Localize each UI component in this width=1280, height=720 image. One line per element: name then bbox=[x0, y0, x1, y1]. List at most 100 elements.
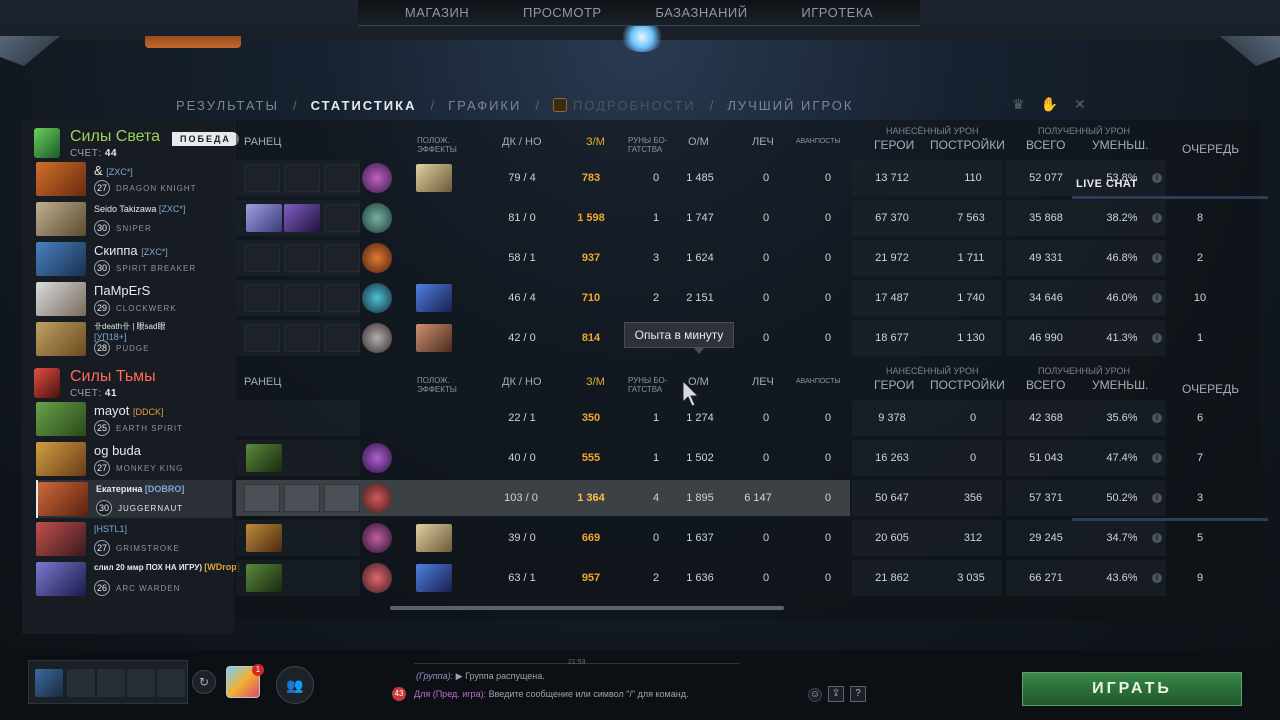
info-icon[interactable]: i bbox=[1152, 293, 1162, 303]
party-slot-empty[interactable] bbox=[97, 669, 125, 697]
info-icon[interactable]: i bbox=[1152, 173, 1162, 183]
heal-value: 6 147 bbox=[744, 492, 772, 504]
col-xpm: О/М bbox=[688, 136, 709, 148]
received-damage-value: 57 371 bbox=[1029, 492, 1063, 504]
close-icon[interactable]: ✕ bbox=[1074, 96, 1086, 113]
live-chat-label[interactable]: LIVE CHAT bbox=[1076, 178, 1138, 190]
center-glow-orb bbox=[620, 22, 664, 52]
heal-value: 0 bbox=[762, 452, 770, 464]
dire-score: СЧЕТ: 41 bbox=[70, 388, 117, 399]
refresh-icon[interactable]: ↻ bbox=[192, 670, 216, 694]
tab-separator: / bbox=[292, 97, 297, 113]
party-slot-empty[interactable] bbox=[157, 669, 185, 697]
table-row[interactable]: 58 / 1 937 3 1 624 0 0 21 972 1 711 49 3… bbox=[236, 240, 1260, 276]
player-row[interactable]: & [ZXC*] 27 DRAGON KNIGHT bbox=[36, 160, 232, 198]
hero-damage-value: 67 370 bbox=[875, 212, 909, 224]
player-row[interactable]: Seido Takizawa [ZXC*] 30 SNIPER bbox=[36, 200, 232, 238]
table-row[interactable]: 40 / 0 555 1 1 502 0 0 16 263 0 51 043 4… bbox=[236, 440, 1260, 476]
nav-watch[interactable]: ПРОСМОТР bbox=[523, 5, 602, 20]
chat-input[interactable]: Для (Пред. игра): Введите сообщение или … bbox=[414, 689, 688, 699]
info-icon[interactable]: i bbox=[1152, 213, 1162, 223]
crown-icon[interactable]: ♛ bbox=[1012, 96, 1025, 113]
nav-store[interactable]: МАГАЗИН bbox=[405, 5, 469, 20]
table-row[interactable]: 63 / 1 957 2 1 636 0 0 21 862 3 035 66 2… bbox=[236, 560, 1260, 596]
heal-value: 0 bbox=[762, 212, 770, 224]
player-row[interactable]: слил 20 ммр ПОХ НА ИГРУ) [WDrop] 26 ARC … bbox=[36, 560, 240, 598]
hero-name: DRAGON KNIGHT bbox=[116, 184, 197, 193]
wards-value: 0 bbox=[824, 212, 832, 224]
player-row[interactable]: [HSTL1] 27 GRIMSTROKE bbox=[36, 520, 232, 558]
tab-graphs[interactable]: ГРАФИКИ bbox=[448, 98, 521, 113]
table-row[interactable]: 39 / 0 669 0 1 637 0 0 20 605 312 29 245… bbox=[236, 520, 1260, 556]
table-row[interactable]: 46 / 4 710 2 2 151 0 0 17 487 1 740 34 6… bbox=[236, 280, 1260, 316]
kda-value: 39 / 0 bbox=[508, 532, 536, 544]
nav-learn[interactable]: БАЗАЗНАНИЙ bbox=[655, 5, 747, 20]
hero-name: PUDGE bbox=[116, 344, 150, 353]
emoji-icon[interactable]: ☺ bbox=[808, 688, 822, 702]
horizontal-scrollbar[interactable] bbox=[390, 606, 784, 610]
player-list-panel: Силы Света СЧЕТ: 44 ПОБЕДА & [ZXC*] 27 D… bbox=[22, 120, 240, 634]
neutral-item-icon bbox=[362, 283, 392, 313]
queue-value: 3 bbox=[1196, 492, 1204, 504]
gpm-value: 710 bbox=[581, 292, 601, 304]
tab-best-player[interactable]: ЛУЧШИЙ ИГРОК bbox=[727, 98, 853, 113]
col-runes-line1: РУНЫ БО- bbox=[628, 136, 668, 145]
info-icon[interactable]: i bbox=[1152, 453, 1162, 463]
table-row[interactable]: 81 / 0 1 598 1 1 747 0 0 67 370 7 563 35… bbox=[236, 200, 1260, 236]
player-row[interactable]: Скиппа [ZXC*] 30 SPIRIT BREAKER bbox=[36, 240, 232, 278]
runes-value: 2 bbox=[652, 292, 660, 304]
tab-details[interactable]: ПОДРОБНОСТИ bbox=[552, 97, 696, 113]
team-name-dire: Силы Тьмы bbox=[70, 368, 156, 385]
friends-icon[interactable]: 👥 bbox=[276, 666, 314, 704]
col-reduced: УМЕНЬШ. bbox=[1092, 138, 1149, 152]
info-icon[interactable]: i bbox=[1152, 413, 1162, 423]
building-damage-value: 3 035 bbox=[957, 572, 985, 584]
score-value: 41 bbox=[104, 388, 118, 399]
player-row-selected[interactable]: Екатерина [DOBRO] 30 JUGGERNAUT bbox=[36, 480, 232, 518]
party-member-avatar[interactable] bbox=[35, 669, 63, 697]
tab-statistics[interactable]: СТАТИСТИКА bbox=[311, 98, 417, 113]
info-icon[interactable]: i bbox=[1152, 493, 1162, 503]
backpack-slot bbox=[324, 324, 360, 352]
player-row[interactable]: mayot [DDCK] 25 EARTH SPIRIT bbox=[36, 400, 232, 438]
radiant-team-icon bbox=[34, 128, 60, 158]
dire-team-icon bbox=[34, 368, 60, 398]
buff-icon bbox=[416, 564, 452, 592]
info-icon[interactable]: i bbox=[1152, 253, 1162, 263]
guild-tag: [ZXC*] bbox=[106, 167, 133, 177]
col-building-damage: ПОСТРОЙКИ bbox=[930, 138, 1005, 152]
player-row[interactable]: ПaMpErS 29 CLOCKWERK bbox=[36, 280, 232, 318]
xpm-value: 1 747 bbox=[686, 212, 714, 224]
info-icon[interactable]: i bbox=[1152, 333, 1162, 343]
backpack-slot bbox=[324, 284, 360, 312]
col-runes-line1: РУНЫ БО- bbox=[628, 376, 668, 385]
col-runes: РУНЫ БО- ГАТСТВА bbox=[628, 136, 667, 154]
party-slot-empty[interactable] bbox=[127, 669, 155, 697]
player-name: слил 20 ммр ПОХ НА ИГРУ) [WDrop] bbox=[94, 562, 240, 573]
hero-portrait bbox=[36, 242, 86, 276]
info-icon[interactable]: i bbox=[1152, 533, 1162, 543]
table-row[interactable]: 22 / 1 350 1 1 274 0 0 9 378 0 42 368 35… bbox=[236, 400, 1260, 436]
info-icon[interactable]: i bbox=[1152, 573, 1162, 583]
player-row[interactable]: og buda 27 MONKEY KING bbox=[36, 440, 232, 478]
runes-value: 2 bbox=[652, 572, 660, 584]
player-name-text: mayot bbox=[94, 403, 130, 418]
help-icon[interactable]: ? bbox=[850, 686, 866, 702]
table-row-selected[interactable]: 103 / 0 1 364 4 1 895 6 147 0 bbox=[236, 480, 850, 516]
gpm-value: 957 bbox=[581, 572, 601, 584]
party-panel bbox=[28, 660, 188, 704]
player-row[interactable]: 卝death卝 | 眼sad眼 [УП18+] 28 PUDGE bbox=[36, 320, 232, 358]
party-slot-empty[interactable] bbox=[67, 669, 95, 697]
wards-value: 0 bbox=[824, 572, 832, 584]
neutral-item-icon bbox=[362, 243, 392, 273]
nav-arcade[interactable]: ИГРОТЕКА bbox=[801, 5, 873, 20]
gpm-value: 783 bbox=[581, 172, 601, 184]
wards-value: 0 bbox=[824, 252, 832, 264]
tab-results[interactable]: РЕЗУЛЬТАТЫ bbox=[176, 98, 279, 113]
share-icon[interactable]: ⇪ bbox=[828, 686, 844, 702]
hand-icon[interactable]: ✋ bbox=[1041, 96, 1058, 113]
gpm-value: 350 bbox=[581, 412, 601, 424]
hero-level: 26 bbox=[94, 580, 110, 596]
table-row[interactable]: 42 / 0 814 0 0 18 677 1 130 46 990 41.3%… bbox=[236, 320, 1260, 356]
play-button[interactable]: ИГРАТЬ bbox=[1022, 672, 1242, 706]
